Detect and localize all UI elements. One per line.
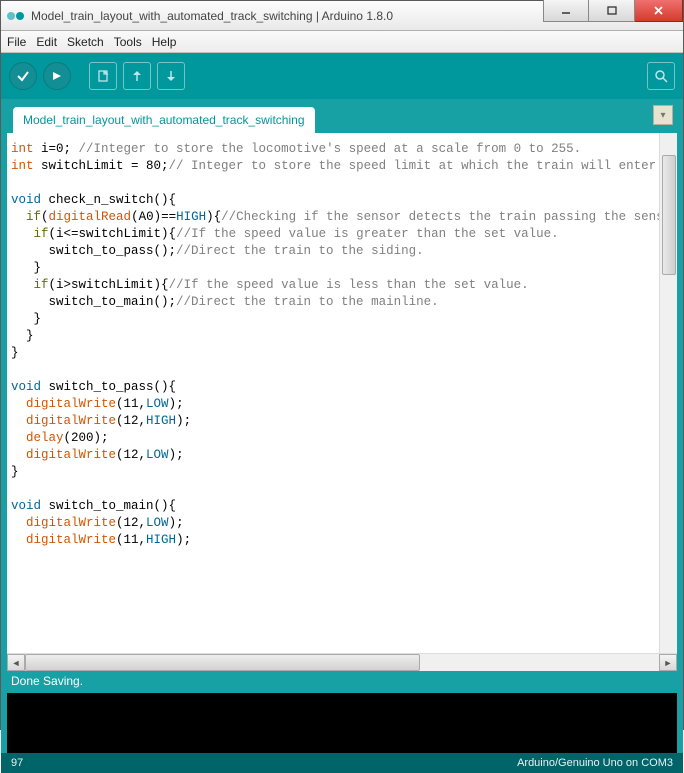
code-content[interactable]: int i=0; //Integer to store the locomoti… bbox=[11, 141, 655, 549]
menu-sketch[interactable]: Sketch bbox=[67, 35, 104, 49]
toolbar bbox=[1, 53, 683, 99]
arduino-logo-icon bbox=[7, 10, 25, 22]
save-button[interactable] bbox=[157, 62, 185, 90]
menu-edit[interactable]: Edit bbox=[36, 35, 57, 49]
line-number: 97 bbox=[11, 757, 23, 769]
maximize-button[interactable] bbox=[589, 0, 635, 22]
horizontal-scroll-thumb[interactable] bbox=[25, 654, 420, 671]
footer: 97 Arduino/Genuino Uno on COM3 bbox=[1, 753, 683, 773]
editor-area: int i=0; //Integer to store the locomoti… bbox=[1, 133, 683, 671]
verify-button[interactable] bbox=[9, 62, 37, 90]
tab-active[interactable]: Model_train_layout_with_automated_track_… bbox=[13, 107, 315, 133]
code-editor[interactable]: int i=0; //Integer to store the locomoti… bbox=[7, 133, 659, 653]
serial-monitor-button[interactable] bbox=[647, 62, 675, 90]
menubar: File Edit Sketch Tools Help bbox=[1, 31, 683, 53]
titlebar: Model_train_layout_with_automated_track_… bbox=[1, 1, 683, 31]
close-button[interactable] bbox=[635, 0, 683, 22]
menu-tools[interactable]: Tools bbox=[114, 35, 142, 49]
vertical-scroll-thumb[interactable] bbox=[662, 155, 676, 275]
window-controls bbox=[543, 1, 683, 30]
scroll-right-arrow-icon[interactable]: ► bbox=[659, 654, 677, 671]
board-port: Arduino/Genuino Uno on COM3 bbox=[517, 757, 673, 769]
status-message: Done Saving. bbox=[11, 674, 83, 688]
menu-help[interactable]: Help bbox=[152, 35, 177, 49]
tabbar: Model_train_layout_with_automated_track_… bbox=[1, 99, 683, 133]
open-button[interactable] bbox=[123, 62, 151, 90]
vertical-scrollbar[interactable] bbox=[659, 133, 677, 653]
window-title: Model_train_layout_with_automated_track_… bbox=[31, 9, 543, 23]
minimize-button[interactable] bbox=[543, 0, 589, 22]
horizontal-scroll-track[interactable] bbox=[25, 654, 659, 671]
new-button[interactable] bbox=[89, 62, 117, 90]
menu-file[interactable]: File bbox=[7, 35, 26, 49]
scroll-left-arrow-icon[interactable]: ◄ bbox=[7, 654, 25, 671]
upload-button[interactable] bbox=[43, 62, 71, 90]
horizontal-scrollbar[interactable]: ◄ ► bbox=[7, 653, 677, 671]
tab-menu-button[interactable]: ▾ bbox=[653, 105, 673, 125]
console-output[interactable] bbox=[1, 693, 683, 753]
status-bar: Done Saving. bbox=[1, 671, 683, 693]
